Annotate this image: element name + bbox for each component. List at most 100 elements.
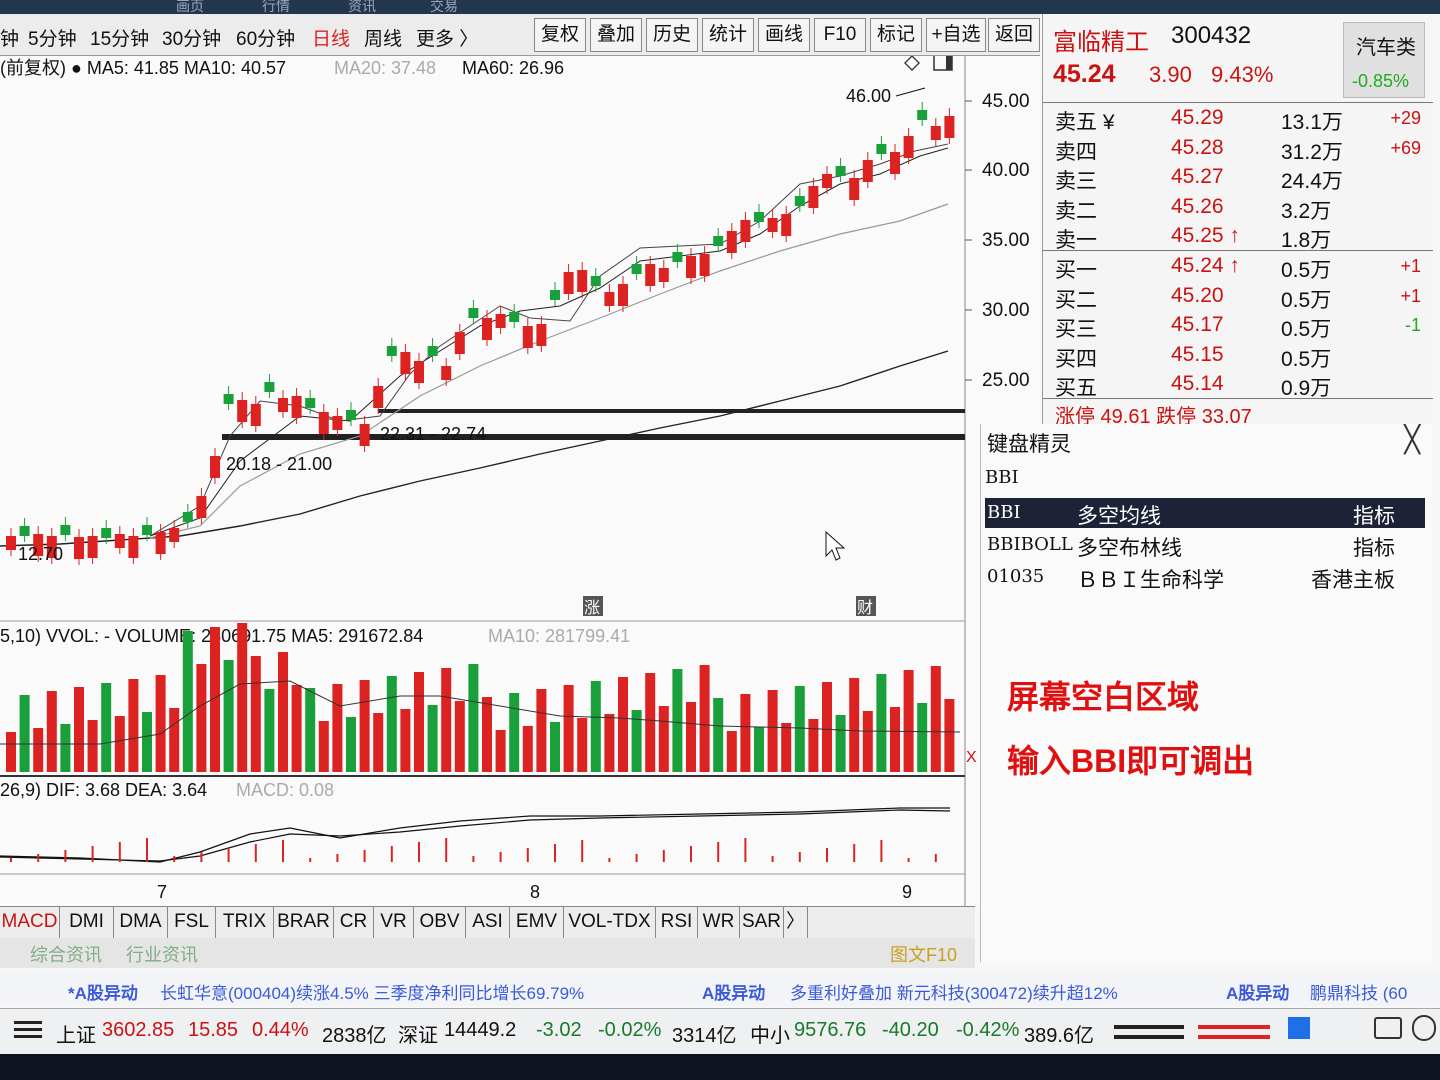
indicator-tab-brar[interactable]: BRAR <box>274 907 334 938</box>
indicator-tab-voltdx[interactable]: VOL-TDX <box>564 907 656 938</box>
price-axis-label: 45.00 <box>982 91 1030 112</box>
menu-icon[interactable] <box>14 1019 42 1041</box>
indicator-tab-dma[interactable]: DMA <box>114 907 168 938</box>
sh-index-amount: 2838亿 <box>322 1025 387 1047</box>
orderbook-row[interactable]: 卖五 ¥ 45.29 13.1万 +29 <box>1043 104 1433 134</box>
mail-icon[interactable] <box>1412 1015 1436 1041</box>
timeframe-weekly[interactable]: 周线 <box>364 24 402 51</box>
orderbook-delta: +1 <box>1400 256 1421 276</box>
indicator-tab-fsl[interactable]: FSL <box>168 907 216 938</box>
ticker-text[interactable]: 多重利好叠加 新元科技(300472)续升超12% <box>790 979 1118 1004</box>
timeframe-daily[interactable]: 日线 <box>312 24 350 51</box>
sh-index-label[interactable]: 上证 <box>56 1019 96 1048</box>
close-icon[interactable]: ╳ <box>1404 424 1420 455</box>
orderbook-row[interactable]: 卖四 45.28 31.2万 +69 <box>1043 134 1433 164</box>
candle-body <box>849 178 860 200</box>
orderbook-row[interactable]: 卖一 45.25 ↑ 1.8万 <box>1043 222 1433 252</box>
genie-search-input[interactable] <box>985 462 1425 492</box>
zx-index-label[interactable]: 中小 <box>750 1019 790 1048</box>
ticker-text[interactable]: 长虹华意(000404)续涨4.5% 三季度净利同比增长69.79% <box>160 979 584 1004</box>
timeframe-30min[interactable]: 30分钟 <box>162 24 221 51</box>
candle-body <box>740 220 751 242</box>
candle-body <box>250 404 261 426</box>
timeframe-more[interactable]: 更多 〉 <box>416 24 478 51</box>
history-button[interactable]: 历史 <box>646 18 698 52</box>
event-marker-finance[interactable]: 财 <box>856 596 876 617</box>
volume-bar <box>645 673 656 772</box>
indicator-tab-trix[interactable]: TRIX <box>216 907 274 938</box>
timeframe-1min[interactable]: 钟 <box>0 24 19 51</box>
statistics-button[interactable]: 统计 <box>702 18 754 52</box>
svg-text:财: 财 <box>857 599 873 617</box>
volume-bar <box>781 723 792 772</box>
candle-body <box>373 386 384 408</box>
sz-index-amount: 3314亿 <box>672 1025 737 1047</box>
genie-result-row[interactable]: 01035 ＢＢＩ生命科学 香港主板 <box>985 562 1425 592</box>
svg-text:9: 9 <box>902 882 912 902</box>
ticker-text[interactable]: 鹏鼎科技 (60 <box>1310 979 1407 1004</box>
price-change: 3.90 <box>1149 62 1192 87</box>
keyboard-icon[interactable] <box>1374 1017 1402 1039</box>
indicator-tab-emv[interactable]: EMV <box>510 907 564 938</box>
orderbook-row[interactable]: 买三 45.17 0.5万 -1 <box>1043 311 1433 341</box>
indicator-tab-wr[interactable]: WR <box>698 907 740 938</box>
kline-chart-area[interactable]: (前复权) ● MA5: 41.85 MA10: 40.57 MA20: 37.… <box>0 56 1040 906</box>
timeframe-60min[interactable]: 60分钟 <box>236 24 295 51</box>
indicator-tab-vr[interactable]: VR <box>374 907 414 938</box>
indicator-tab-asi[interactable]: ASI <box>466 907 510 938</box>
genie-result-row[interactable]: BBIBOLL 多空布林线 指标 <box>985 530 1425 560</box>
status-indicator-icon[interactable] <box>1288 1017 1310 1039</box>
f10-button[interactable]: F10 <box>814 18 866 52</box>
candle-body <box>223 394 234 404</box>
volume-bar <box>726 731 737 772</box>
candle-body <box>631 264 642 274</box>
add-watchlist-button[interactable]: +自选 <box>926 18 986 52</box>
candle-body <box>468 308 479 318</box>
candle-body <box>74 537 84 559</box>
indicator-tab-obv[interactable]: OBV <box>414 907 466 938</box>
zx-index-pct: -0.42% <box>956 1019 1020 1041</box>
orderbook-vol: 0.5万 <box>1281 259 1332 282</box>
indicator-tab-rsi[interactable]: RSI <box>656 907 698 938</box>
indicator-tab-[interactable]: 〉 <box>784 907 808 938</box>
orderbook-delta: +69 <box>1390 137 1421 158</box>
mark-button[interactable]: 标记 <box>870 18 922 52</box>
news-ticker[interactable]: *A股异动 长虹华意(000404)续涨4.5% 三季度净利同比增长69.79%… <box>0 972 1440 1006</box>
orderbook-row[interactable]: 买五 45.14 0.9万 <box>1043 370 1433 400</box>
indicator-tab-macd[interactable]: MACD <box>0 907 60 938</box>
f10-graphic-button[interactable]: 图文F10 <box>890 941 957 967</box>
panel-toggle-icon[interactable] <box>933 56 953 71</box>
orderbook-row[interactable]: 卖二 45.26 3.2万 <box>1043 193 1433 223</box>
sz-index-label[interactable]: 深证 <box>398 1019 438 1048</box>
overlay-button[interactable]: 叠加 <box>590 18 642 52</box>
orderbook-row[interactable]: 买一 45.24 ↑ 0.5万 +1 <box>1043 252 1433 282</box>
draw-line-button[interactable]: 画线 <box>758 18 810 52</box>
genie-result-row[interactable]: BBI 多空均线 指标 <box>985 498 1425 528</box>
orderbook-price: 45.26 <box>1171 194 1224 218</box>
candle-body <box>196 496 207 518</box>
kline-chart-svg[interactable]: (前复权) ● MA5: 41.85 MA10: 40.57 MA20: 37.… <box>0 56 1040 906</box>
volume-bar <box>767 690 778 772</box>
back-button[interactable]: 返回 <box>988 18 1040 52</box>
restore-rights-button[interactable]: 复权 <box>534 18 586 52</box>
month-label: 9 <box>902 882 912 902</box>
diamond-icon[interactable] <box>904 56 920 71</box>
timeframe-15min[interactable]: 15分钟 <box>90 24 149 51</box>
news-tab[interactable]: 行业资讯 <box>126 941 198 967</box>
orderbook-row[interactable]: 卖三 45.27 24.4万 <box>1043 163 1433 193</box>
orderbook-row[interactable]: 买二 45.20 0.5万 +1 <box>1043 282 1433 312</box>
orderbook-row[interactable]: 买四 45.15 0.5万 <box>1043 341 1433 371</box>
indicator-tab-dmi[interactable]: DMI <box>60 907 114 938</box>
orderbook-label: 卖二 <box>1055 199 1097 223</box>
volume-close-icon[interactable]: X <box>966 749 977 766</box>
price-change-pct: 9.43% <box>1211 62 1274 87</box>
stock-name[interactable]: 富临精工 <box>1053 22 1149 57</box>
indicator-tab-sar[interactable]: SAR <box>740 907 784 938</box>
volume-bar <box>74 687 84 772</box>
event-marker-rise[interactable]: 涨 <box>583 596 603 617</box>
candle-body <box>19 526 30 536</box>
sector-box[interactable]: 汽车类 -0.85% <box>1343 22 1425 98</box>
indicator-tab-cr[interactable]: CR <box>334 907 374 938</box>
timeframe-5min[interactable]: 5分钟 <box>28 24 77 51</box>
news-tab[interactable]: 综合资讯 <box>30 941 102 967</box>
